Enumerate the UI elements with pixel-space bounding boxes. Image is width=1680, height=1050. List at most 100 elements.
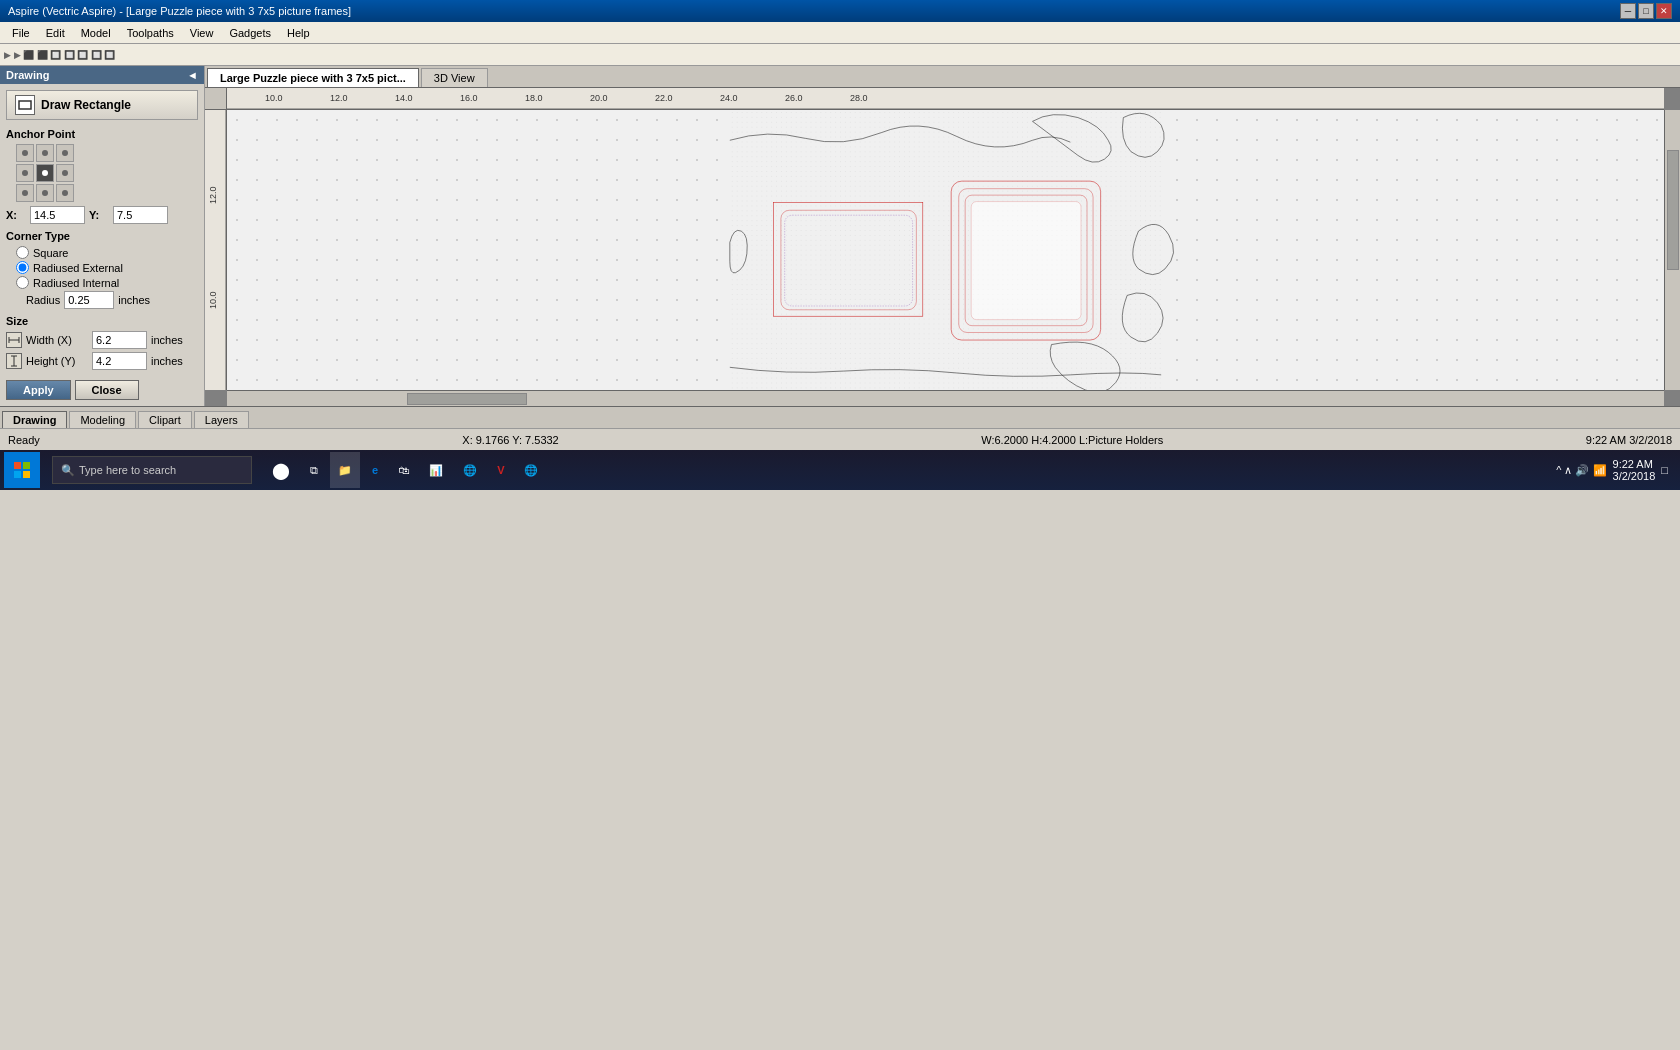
apply-button[interactable]: Apply [6,380,71,400]
status-coords: X: 9.1766 Y: 7.5332 [462,434,558,446]
radio-radiused-int-row: Radiused Internal [16,276,198,289]
svg-rect-30 [785,215,913,306]
app7-icon: V [497,464,504,476]
height-row: Height (Y) inches [6,352,198,370]
panel-title: Drawing [6,69,49,81]
taskbar-task-view[interactable]: ⧉ [302,452,326,488]
menu-gadgets[interactable]: Gadgets [221,25,279,41]
taskbar-edge[interactable]: e [364,452,386,488]
menu-help[interactable]: Help [279,25,318,41]
app8-icon: 🌐 [524,464,538,477]
canvas-area: Large Puzzle piece with 3 7x5 pict... 3D… [205,66,1680,406]
svg-rect-32 [959,189,1093,333]
close-button[interactable]: ✕ [1656,3,1672,19]
y-input[interactable] [113,206,168,224]
search-bar[interactable]: 🔍 Type here to search [52,456,252,484]
h-scroll-thumb[interactable] [407,393,527,405]
svg-text:18.0: 18.0 [525,93,543,103]
vertical-scrollbar[interactable] [1664,110,1680,390]
status-datetime: 9:22 AM 3/2/2018 [1586,434,1672,446]
menu-edit[interactable]: Edit [38,25,73,41]
bottom-tab-modeling[interactable]: Modeling [69,411,136,428]
tab-bar: Large Puzzle piece with 3 7x5 pict... 3D… [205,66,1680,88]
panel-collapse-icon[interactable]: ◄ [187,69,198,81]
width-input[interactable] [92,331,147,349]
bottom-tab-clipart[interactable]: Clipart [138,411,192,428]
radio-radiused-internal[interactable] [16,276,29,289]
ruler-corner [205,88,227,110]
svg-text:22.0: 22.0 [655,93,673,103]
anchor-dot-0[interactable] [16,144,34,162]
tool-panel: Draw Rectangle Anchor Point X: Y: [0,84,204,406]
svg-text:12.0: 12.0 [208,186,218,204]
radius-input[interactable] [64,291,114,309]
tool-title-label: Draw Rectangle [41,98,131,112]
cortana-icon: ⬤ [272,461,290,480]
close-button-panel[interactable]: Close [75,380,139,400]
anchor-dot-7[interactable] [36,184,54,202]
taskbar-search[interactable]: 🔍 Type here to search [44,452,260,488]
height-input[interactable] [92,352,147,370]
svg-text:26.0: 26.0 [785,93,803,103]
anchor-dot-2[interactable] [56,144,74,162]
svg-rect-28 [773,203,922,317]
width-label: Width (X) [26,334,88,346]
horizontal-scrollbar[interactable] [227,390,1664,406]
menu-toolpaths[interactable]: Toolpaths [119,25,182,41]
x-input[interactable] [30,206,85,224]
anchor-dot-3[interactable] [16,164,34,182]
tool-title-bar: Draw Rectangle [6,90,198,120]
taskbar-explorer[interactable]: 📁 [330,452,360,488]
anchor-dot-4[interactable] [36,164,54,182]
toolbar-spacer: ▶ ▶ ⬛ ⬛ 🔲 🔲 🔲 🔲 🔲 [4,50,115,60]
search-placeholder: Type here to search [79,464,176,476]
bottom-tab-drawing[interactable]: Drawing [2,411,67,428]
x-label: X: [6,209,26,221]
anchor-dot-6[interactable] [16,184,34,202]
menu-model[interactable]: Model [73,25,119,41]
status-dimensions: W:6.2000 H:4.2000 L:Picture Holders [981,434,1163,446]
button-row: Apply Close [6,380,198,400]
taskbar-chrome[interactable]: 🌐 [455,452,485,488]
edge-icon: e [372,464,378,476]
anchor-dot-5[interactable] [56,164,74,182]
svg-rect-34 [971,202,1081,320]
taskbar-app5[interactable]: 📊 [421,452,451,488]
radio-radiused-external[interactable] [16,261,29,274]
size-section: Size Width (X) inches [6,315,198,370]
drawing-canvas[interactable] [227,110,1664,390]
start-button[interactable] [4,452,40,488]
menu-file[interactable]: File [4,25,38,41]
width-unit: inches [151,334,183,346]
status-ready: Ready [8,434,40,446]
maximize-button[interactable]: □ [1638,3,1654,19]
anchor-dot-8[interactable] [56,184,74,202]
y-label: Y: [89,209,109,221]
radio-square[interactable] [16,246,29,259]
svg-rect-29 [781,210,916,310]
taskbar-app7[interactable]: V [489,452,512,488]
svg-rect-0 [19,101,31,109]
tab-main[interactable]: Large Puzzle piece with 3 7x5 pict... [207,68,419,87]
tab-3d[interactable]: 3D View [421,68,488,87]
bottom-tab-layers[interactable]: Layers [194,411,249,428]
anchor-dot-1[interactable] [36,144,54,162]
taskbar-cortana[interactable]: ⬤ [264,452,298,488]
bottom-tabs: Drawing Modeling Clipart Layers [0,406,1680,428]
window-title: Aspire (Vectric Aspire) - [Large Puzzle … [8,5,351,17]
status-bar: Ready X: 9.1766 Y: 7.5332 W:6.2000 H:4.2… [0,428,1680,450]
notification-icon[interactable]: □ [1661,464,1668,476]
canvas-container[interactable]: 10.0 12.0 14.0 16.0 18.0 20.0 22.0 24.0 … [205,88,1680,406]
minimize-button[interactable]: ─ [1620,3,1636,19]
svg-rect-31 [951,181,1100,340]
v-scroll-thumb[interactable] [1667,150,1679,270]
menu-view[interactable]: View [182,25,222,41]
svg-rect-26 [730,110,1161,390]
height-icon [6,353,22,369]
draw-rectangle-icon [15,95,35,115]
taskbar-app8[interactable]: 🌐 [516,452,546,488]
svg-text:14.0: 14.0 [395,93,413,103]
tray-icons: ^ ∧ 🔊 📶 [1556,464,1606,477]
taskbar-store[interactable]: 🛍 [390,452,417,488]
task-view-icon: ⧉ [310,464,318,477]
